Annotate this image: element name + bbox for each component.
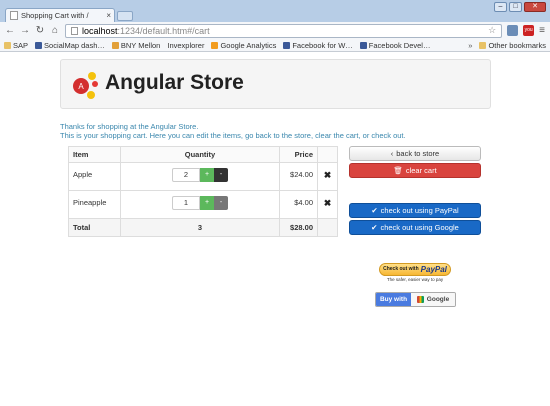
folder-icon bbox=[4, 41, 11, 49]
page-icon bbox=[10, 11, 18, 20]
column-header-price: Price bbox=[279, 146, 318, 163]
increase-quantity-button[interactable]: + bbox=[199, 196, 214, 210]
forward-arrow-icon[interactable]: → bbox=[20, 25, 30, 36]
paypal-checkout-badge[interactable]: Check out with PayPal The safer, easier … bbox=[379, 263, 451, 283]
table-row: Apple 2 + - $24.00 ✖ bbox=[68, 162, 338, 191]
facebook-icon bbox=[35, 41, 43, 49]
analytics-icon bbox=[211, 41, 219, 49]
bookmark-star-icon[interactable]: ☆ bbox=[488, 25, 496, 36]
intro-line: Thanks for shopping at the Angular Store… bbox=[60, 122, 199, 131]
google-buy-label: Buy with bbox=[376, 293, 411, 306]
google-logo: Google bbox=[426, 296, 450, 303]
bookmark-item[interactable]: BNY Mellon bbox=[111, 41, 160, 50]
item-name: Pineapple bbox=[68, 190, 121, 219]
url-host: localhost bbox=[82, 25, 118, 36]
item-name: Apple bbox=[68, 162, 121, 191]
paypal-tagline: The safer, easier way to pay bbox=[386, 277, 444, 282]
page-content: A Angular Store Thanks for shopping at t… bbox=[0, 52, 550, 406]
trash-icon: 🗑 bbox=[393, 166, 403, 175]
reload-icon[interactable]: ↻ bbox=[35, 25, 45, 36]
column-header-remove bbox=[317, 146, 338, 163]
check-icon: ✔ bbox=[371, 223, 378, 232]
item-price: $4.00 bbox=[279, 190, 318, 219]
paypal-logo: PayPal bbox=[420, 265, 447, 274]
close-window-button[interactable]: ✕ bbox=[524, 2, 546, 12]
column-header-item: Item bbox=[68, 146, 121, 163]
cart-table: Item Quantity Price Apple 2 + - $24.00 ✖ bbox=[68, 146, 338, 237]
bookmark-item[interactable]: SAP bbox=[4, 41, 28, 50]
paypal-checkout-text: Check out with bbox=[383, 266, 419, 272]
new-tab-button[interactable] bbox=[117, 11, 133, 21]
minimize-button[interactable]: – bbox=[494, 2, 507, 12]
clear-cart-button[interactable]: 🗑 clear cart bbox=[349, 163, 481, 178]
bookmarks-overflow-button[interactable]: » bbox=[468, 41, 472, 50]
close-tab-icon[interactable]: × bbox=[106, 11, 114, 20]
item-price: $24.00 bbox=[279, 162, 318, 191]
increase-quantity-button[interactable]: + bbox=[199, 168, 214, 182]
quantity-stepper: 1 + - bbox=[171, 196, 228, 210]
bookmark-item[interactable]: Facebook for W… bbox=[283, 41, 353, 50]
angular-logo-icon: A bbox=[73, 72, 98, 99]
total-price: $28.00 bbox=[279, 218, 318, 237]
total-label: Total bbox=[68, 218, 121, 237]
quantity-input[interactable]: 1 bbox=[171, 196, 200, 210]
folder-icon bbox=[479, 41, 487, 49]
back-arrow-icon[interactable]: ← bbox=[5, 25, 15, 36]
chevron-left-icon: ‹ bbox=[390, 149, 394, 158]
checkout-paypal-button[interactable]: ✔ check out using PayPal bbox=[349, 203, 481, 218]
store-title: Angular Store bbox=[105, 71, 244, 94]
svg-text:A: A bbox=[78, 82, 84, 91]
store-header: A Angular Store bbox=[60, 59, 491, 109]
menu-icon[interactable]: ≡ bbox=[539, 25, 545, 36]
tab-title: Shopping Cart with / bbox=[21, 11, 89, 20]
checkout-google-button[interactable]: ✔ check out using Google bbox=[349, 220, 481, 235]
google-wallet-icon bbox=[416, 296, 424, 303]
back-to-store-button[interactable]: ‹ back to store bbox=[349, 146, 481, 161]
browser-toolbar: ← → ↻ ⌂ localhost:1234/default.htm#/cart… bbox=[0, 22, 550, 39]
bookmark-item[interactable]: Invexplorer bbox=[0, 41, 204, 98]
remove-item-icon[interactable]: ✖ bbox=[324, 170, 332, 180]
remove-item-icon[interactable]: ✖ bbox=[324, 198, 332, 208]
home-icon[interactable]: ⌂ bbox=[50, 25, 60, 36]
bookmark-item[interactable]: Facebook Devel… bbox=[359, 41, 430, 50]
facebook-icon bbox=[283, 41, 291, 49]
window-controls: – □ ✕ bbox=[494, 2, 546, 12]
column-header-quantity: Quantity bbox=[119, 146, 281, 163]
url-path: :1234/default.htm#/cart bbox=[117, 25, 210, 36]
page-icon bbox=[71, 26, 78, 35]
facebook-icon bbox=[359, 41, 367, 49]
bookmarks-bar: SAP SocialMap dash… BNY Mellon Invexplor… bbox=[0, 39, 550, 98]
browser-tab-bar: Shopping Cart with / × – □ ✕ bbox=[0, 0, 550, 22]
google-checkout-badge[interactable]: Buy with Google bbox=[375, 292, 456, 307]
decrease-quantity-button[interactable]: - bbox=[213, 168, 228, 182]
quantity-input[interactable]: 2 bbox=[171, 168, 200, 182]
bny-icon bbox=[111, 41, 119, 49]
decrease-quantity-button[interactable]: - bbox=[213, 196, 228, 210]
address-bar[interactable]: localhost:1234/default.htm#/cart ☆ bbox=[65, 23, 503, 38]
table-row: Pineapple 1 + - $4.00 ✖ bbox=[68, 190, 338, 219]
intro-text: Thanks for shopping at the Angular Store… bbox=[60, 122, 406, 140]
bookmark-item[interactable]: SocialMap dash… bbox=[35, 41, 105, 50]
maximize-button[interactable]: □ bbox=[509, 2, 522, 12]
total-quantity: 3 bbox=[119, 218, 281, 237]
bookmark-item[interactable]: Google Analytics bbox=[211, 41, 276, 50]
extension-icon[interactable]: you bbox=[523, 25, 535, 36]
quantity-stepper: 2 + - bbox=[171, 168, 228, 182]
browser-tab[interactable]: Shopping Cart with / × bbox=[5, 8, 115, 22]
check-icon: ✔ bbox=[371, 206, 378, 215]
total-row: Total 3 $28.00 bbox=[68, 218, 338, 237]
intro-line: This is your shopping cart. Here you can… bbox=[60, 131, 406, 140]
other-bookmarks[interactable]: Other bookmarks bbox=[479, 41, 546, 50]
extension-icon[interactable] bbox=[507, 25, 519, 36]
